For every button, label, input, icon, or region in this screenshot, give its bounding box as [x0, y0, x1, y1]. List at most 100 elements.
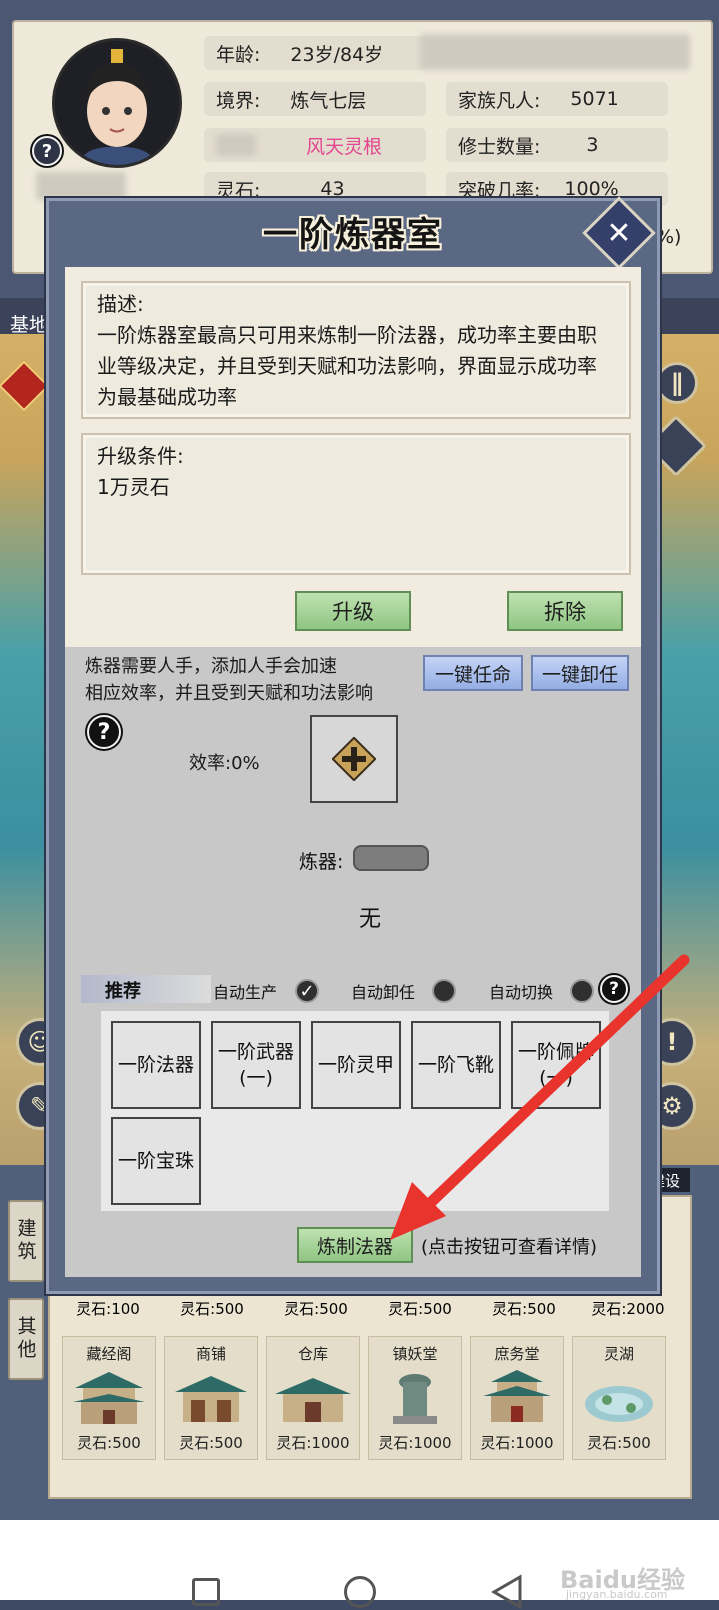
- building-name: 灵湖: [603, 1345, 634, 1363]
- building-cost: 灵石:2000: [591, 1300, 665, 1318]
- staff-line-1: 炼器需要人手，添加人手会加速: [85, 656, 337, 677]
- building-row-1: 灵石:100 灵石:500 灵石:500 灵石:500 灵石:500 灵石:20…: [60, 1298, 680, 1319]
- auto-switch-checkbox[interactable]: [570, 979, 594, 1003]
- auto-produce-checkbox[interactable]: ✓: [295, 979, 319, 1003]
- building-cost: 灵石:500: [284, 1300, 348, 1318]
- demon-hall-icon: [393, 1374, 437, 1424]
- age-label: 年龄:: [216, 43, 261, 66]
- refinery-modal: 一阶炼器室 ✕ 描述: 一阶炼器室最高只可用来炼制一阶法器，成功率主要由职业等级…: [46, 196, 660, 1294]
- blurred-root-label: [216, 134, 256, 156]
- recommend-bar: [81, 975, 211, 1003]
- building-name: 镇妖堂: [392, 1345, 438, 1363]
- warehouse-icon: [275, 1378, 351, 1422]
- avatar-help-icon[interactable]: ?: [32, 136, 62, 166]
- building-cost: 灵石:500: [388, 1300, 452, 1318]
- age-stat: 年龄: 23岁/84岁: [204, 36, 426, 70]
- craft-button[interactable]: 炼制法器: [297, 1227, 413, 1263]
- item-button[interactable]: 一阶飞靴: [411, 1021, 501, 1109]
- building-card[interactable]: 灵湖 灵石:500: [572, 1336, 666, 1460]
- upgrade-button[interactable]: 升级: [295, 591, 411, 631]
- staff-description: 炼器需要人手，添加人手会加速 相应效率，并且受到天赋和功法影响: [85, 653, 373, 707]
- back-icon[interactable]: [490, 1574, 524, 1610]
- building-cost: 灵石:500: [77, 1434, 141, 1452]
- item-button[interactable]: 一阶灵甲: [311, 1021, 401, 1109]
- auto-dismiss-checkbox[interactable]: [432, 979, 456, 1003]
- add-staff-slot[interactable]: [310, 715, 398, 803]
- building-name: 商铺: [195, 1345, 226, 1363]
- building-cost: 灵石:100: [76, 1300, 140, 1318]
- upgrade-text: 1万灵石: [97, 475, 170, 499]
- auto-dismiss-label: 自动卸任: [351, 983, 416, 1002]
- building-card[interactable]: 仓库 灵石:1000: [266, 1336, 360, 1460]
- character-avatar[interactable]: [52, 38, 182, 168]
- map-tab-label[interactable]: 基地: [10, 310, 48, 337]
- modal-title: 一阶炼器室: [263, 215, 443, 255]
- close-icon: ✕: [606, 215, 632, 251]
- dismiss-all-button[interactable]: 一键卸任: [531, 655, 629, 691]
- building-cost: 灵石:500: [179, 1434, 243, 1452]
- building-card[interactable]: 藏经阁 灵石:500: [62, 1336, 156, 1460]
- pause-icon[interactable]: ∥: [656, 362, 698, 404]
- appoint-all-button[interactable]: 一键任命: [423, 655, 523, 691]
- building-cost: 灵石:1000: [276, 1434, 350, 1452]
- auto-switch-label: 自动切换: [489, 983, 554, 1002]
- staff-line-2: 相应效率，并且受到天赋和功法影响: [85, 683, 373, 704]
- shop-icon: [175, 1376, 247, 1422]
- item-button[interactable]: 一阶武器(一): [211, 1021, 301, 1109]
- building-cost: 灵石:500: [180, 1300, 244, 1318]
- watermark-url: jingyan.baidu.com: [566, 1588, 668, 1601]
- item-button[interactable]: 一阶佩牌(一): [511, 1021, 601, 1109]
- building-card[interactable]: 镇妖堂 灵石:1000: [368, 1336, 462, 1460]
- building-cost: 灵石:1000: [480, 1434, 554, 1452]
- building-name: 藏经阁: [86, 1345, 132, 1363]
- refine-progress-bar: [353, 845, 429, 871]
- upgrade-title: 升级条件:: [97, 444, 184, 468]
- plus-icon: [332, 737, 376, 781]
- description-title: 描述:: [97, 292, 144, 316]
- building-cost: 灵石:500: [587, 1434, 651, 1452]
- cultivators-stat: 修士数量: 3: [446, 128, 668, 162]
- recent-apps-icon[interactable]: [192, 1578, 220, 1606]
- description-box: 描述: 一阶炼器室最高只可用来炼制一阶法器，成功率主要由职业等级决定，并且受到天…: [81, 281, 631, 419]
- age-value: 23岁/84岁: [290, 43, 384, 66]
- auto-help-icon[interactable]: ?: [600, 975, 628, 1003]
- building-name: 庶务堂: [494, 1345, 540, 1363]
- upgrade-box: 升级条件: 1万灵石: [81, 433, 631, 575]
- tab-build[interactable]: 建筑: [8, 1200, 44, 1282]
- building-card[interactable]: 庶务堂 灵石:1000: [470, 1336, 564, 1460]
- refine-value: 无: [359, 907, 382, 932]
- mortals-stat: 家族凡人: 5071: [446, 82, 668, 116]
- blurred-stat-row: [420, 34, 690, 70]
- blurred-name: [36, 172, 126, 200]
- mortals-value: 5071: [570, 88, 619, 110]
- spirit-lake-icon: [585, 1386, 653, 1422]
- building-row-2: 藏经阁 灵石:500 商铺 灵石:500 仓库 灵石:1000 镇妖堂 灵石:1…: [62, 1336, 682, 1460]
- description-text: 一阶炼器室最高只可用来炼制一阶法器，成功率主要由职业等级决定，并且受到天赋和功法…: [97, 323, 597, 409]
- realm-value: 炼气七层: [290, 89, 367, 112]
- spirit-stone-value: 43: [320, 178, 345, 200]
- breakthrough-value: 100%: [564, 178, 619, 200]
- building-card[interactable]: 商铺 灵石:500: [164, 1336, 258, 1460]
- efficiency-text: 效率:0%: [189, 753, 260, 774]
- realm-stat: 境界: 炼气七层: [204, 82, 426, 116]
- spirit-root-value: 风天灵根: [306, 135, 383, 158]
- affairs-hall-icon: [483, 1370, 551, 1422]
- auto-produce-label: 自动生产: [213, 983, 278, 1002]
- building-name: 仓库: [297, 1345, 328, 1363]
- cultivators-label: 修士数量:: [458, 135, 541, 158]
- recommend-label: 推荐: [105, 981, 141, 1002]
- tab-other[interactable]: 其他: [8, 1298, 44, 1380]
- pavilion-icon: [73, 1372, 145, 1424]
- mortals-label: 家族凡人:: [458, 89, 541, 112]
- spirit-root-stat: 风天灵根: [204, 128, 426, 162]
- item-button[interactable]: 一阶法器: [111, 1021, 201, 1109]
- realm-label: 境界:: [216, 89, 261, 112]
- home-icon[interactable]: [344, 1576, 376, 1608]
- building-cost: 灵石:500: [492, 1300, 556, 1318]
- building-cost: 灵石:1000: [378, 1434, 452, 1452]
- item-button[interactable]: 一阶宝珠: [111, 1117, 201, 1205]
- staff-help-icon[interactable]: ?: [87, 715, 121, 749]
- refine-label: 炼器:: [299, 851, 344, 873]
- craft-hint: (点击按钮可查看详情): [421, 1237, 598, 1258]
- demolish-button[interactable]: 拆除: [507, 591, 623, 631]
